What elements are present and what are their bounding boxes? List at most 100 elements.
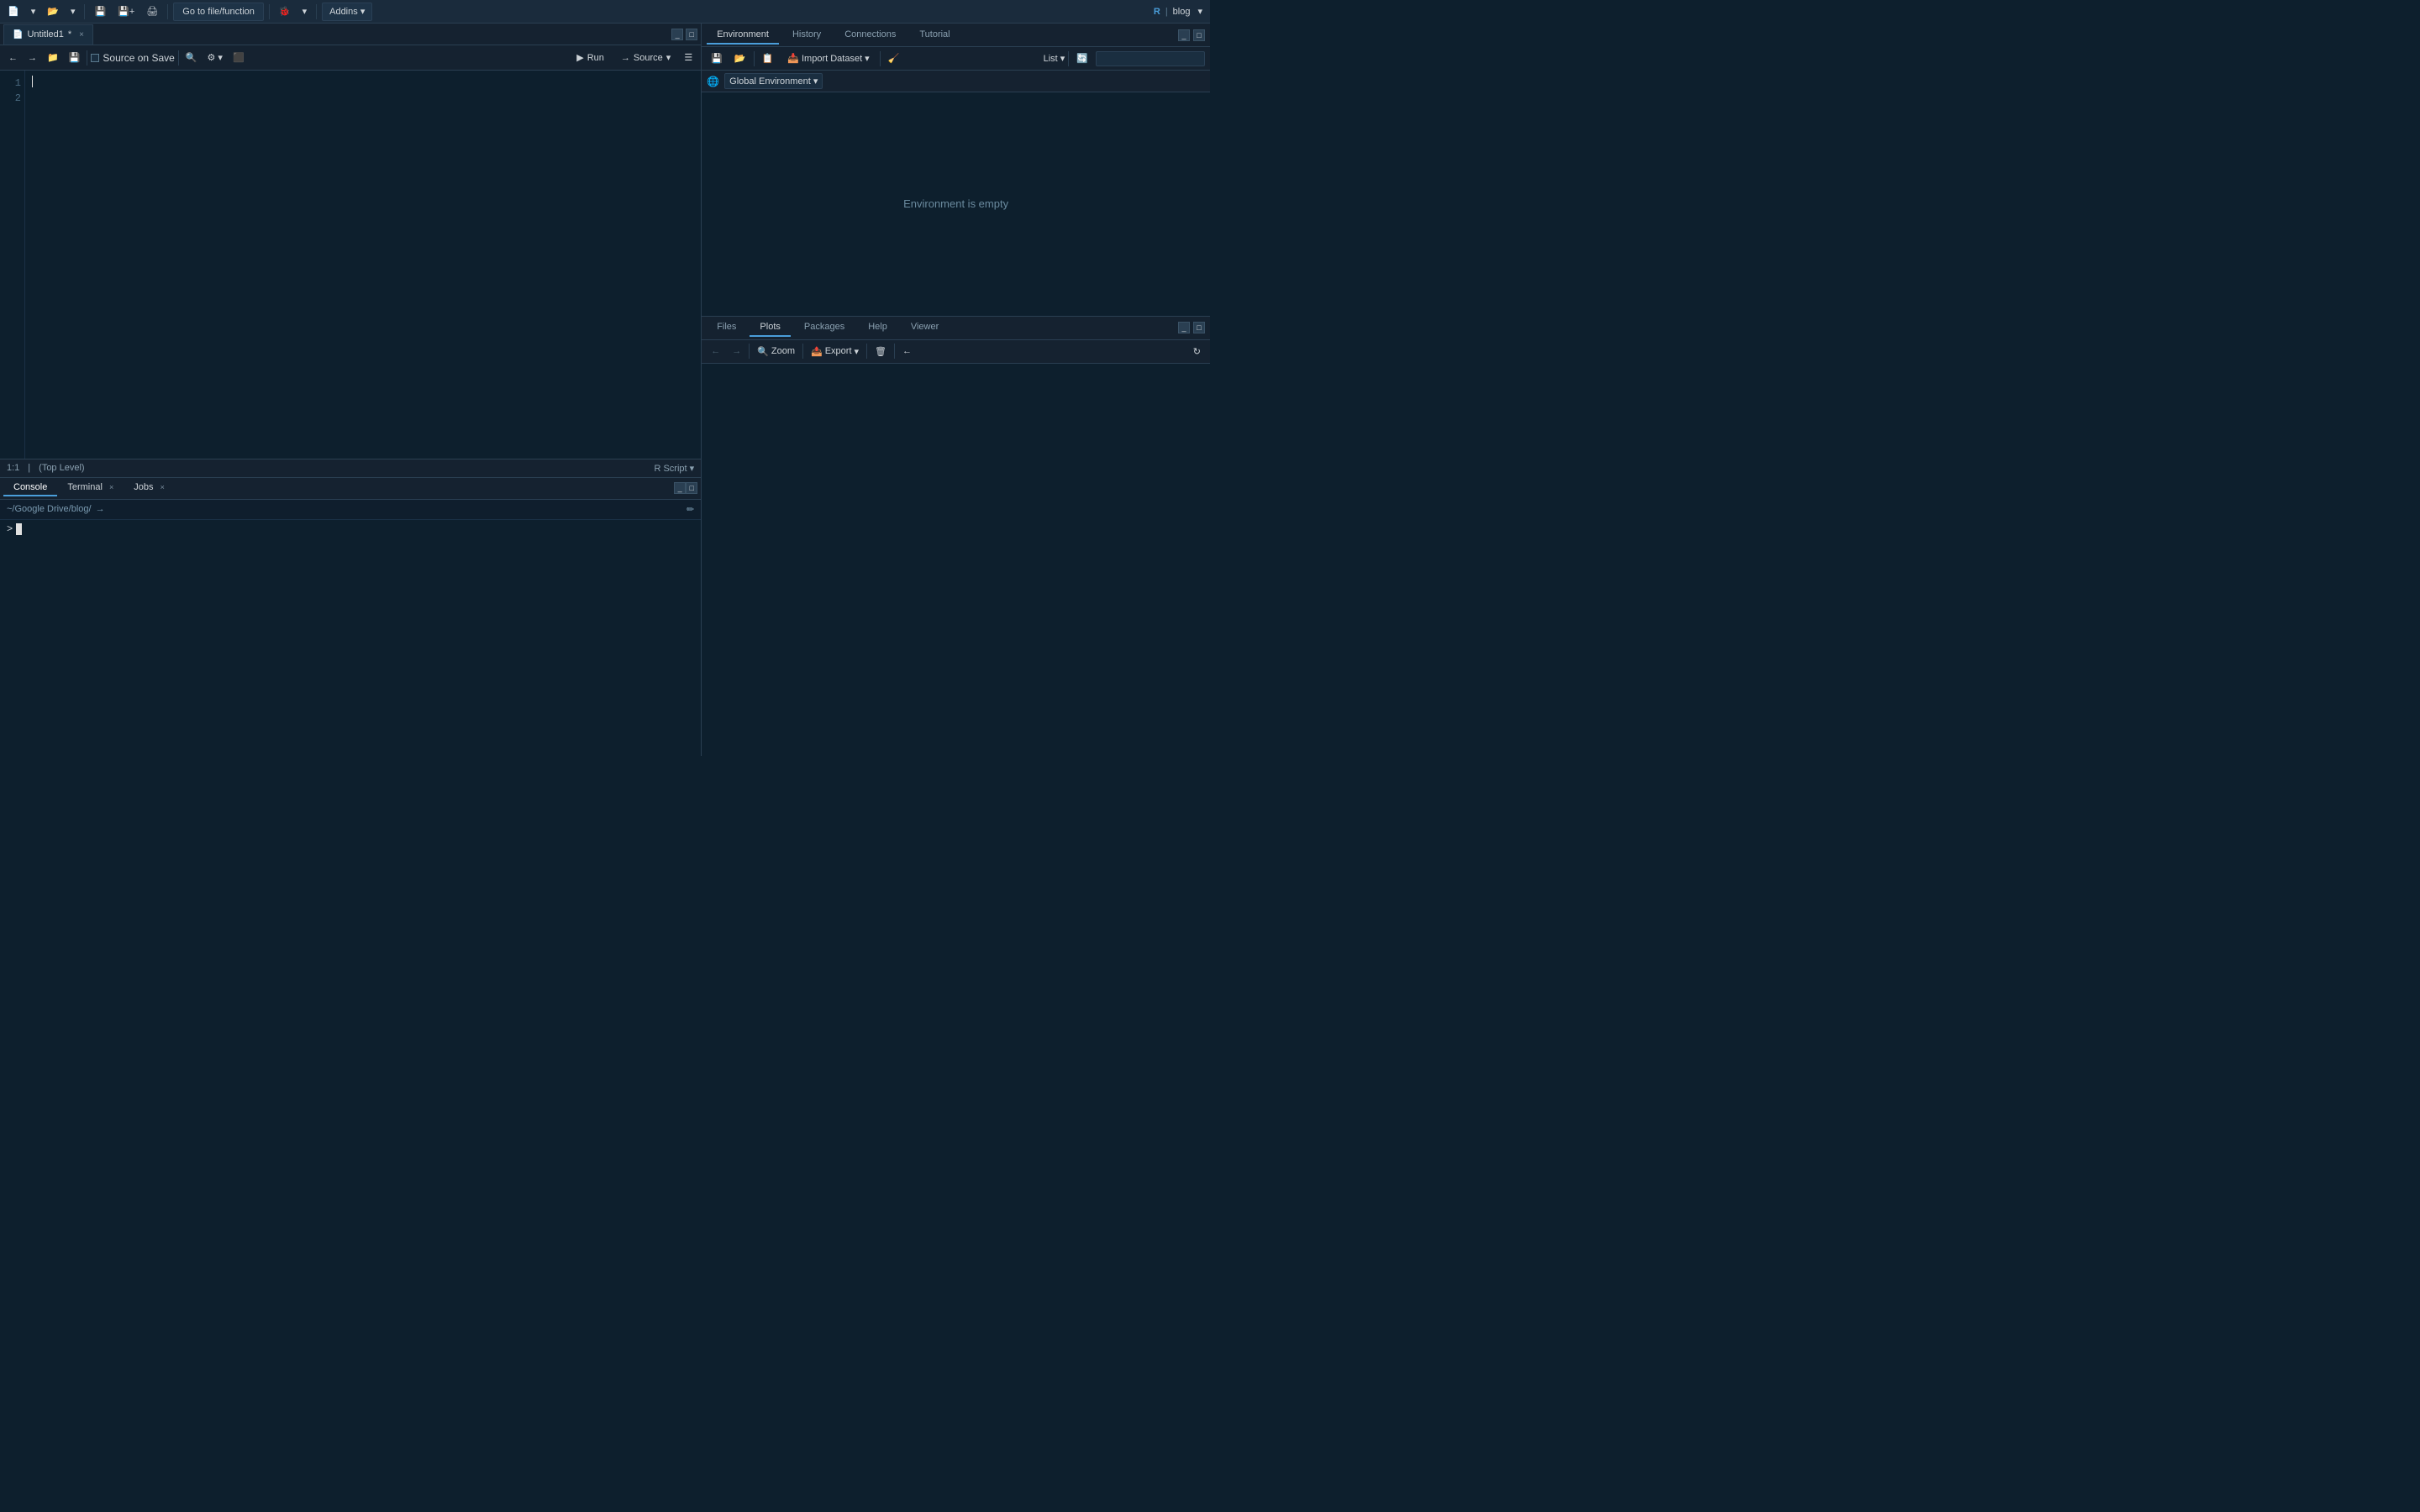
source-btn[interactable]: → Source ▾	[614, 50, 677, 65]
editor-stop-btn[interactable]: ⬛	[229, 50, 248, 65]
editor-folder-btn[interactable]: 📁	[44, 50, 62, 65]
addins-btn[interactable]: Addins ▾	[322, 3, 372, 21]
source-icon: →	[621, 53, 630, 63]
open-file-btn[interactable]: 📂	[43, 4, 63, 18]
tab-connections[interactable]: Connections	[834, 26, 906, 45]
env-load-btn[interactable]: 📂	[730, 51, 750, 66]
console-content[interactable]: >	[0, 520, 701, 756]
env-broom-btn[interactable]: 🧹	[884, 51, 904, 66]
code-content[interactable]	[25, 71, 701, 459]
cursor-line	[32, 76, 694, 87]
run-label: Run	[587, 53, 604, 63]
editor-cursor	[32, 76, 33, 87]
env-search-input[interactable]	[1096, 51, 1205, 66]
open-recent-btn[interactable]: ▾	[66, 4, 80, 18]
tab-terminal[interactable]: Terminal ×	[57, 480, 124, 496]
plots-refresh-btn[interactable]: ↻	[1189, 344, 1205, 359]
editor-minimize-btn[interactable]: _	[671, 29, 683, 40]
go-to-file-btn[interactable]: Go to file/function	[173, 3, 264, 21]
editor-statusbar: 1:1 | (Top Level) R Script ▾	[0, 459, 701, 477]
jobs-close[interactable]: ×	[160, 483, 165, 491]
editor-pane: 📄 Untitled1 * × _ □ ← → 📁 💾	[0, 24, 701, 478]
env-table-btn[interactable]: 📋	[758, 51, 778, 66]
console-prompt: >	[7, 523, 694, 535]
editor-tab-close[interactable]: ×	[79, 30, 84, 39]
tab-help[interactable]: Help	[858, 318, 897, 337]
import-dataset-btn[interactable]: 📥 Import Dataset ▾	[781, 51, 876, 66]
env-maximize-btn[interactable]: □	[1193, 29, 1205, 41]
project-name: blog	[1173, 7, 1191, 17]
debug-btn[interactable]: 🐞	[275, 4, 295, 18]
editor-tab-untitled1[interactable]: 📄 Untitled1 * ×	[3, 24, 93, 45]
tab-viewer[interactable]: Viewer	[901, 318, 949, 337]
delete-icon: 🗑	[875, 346, 886, 357]
new-file-btn[interactable]: 📄	[3, 4, 24, 18]
zoom-icon: 🔍	[757, 346, 769, 357]
editor-tab-label: Untitled1	[27, 29, 63, 39]
tab-tutorial[interactable]: Tutorial	[909, 26, 960, 45]
tab-jobs[interactable]: Jobs ×	[124, 480, 175, 496]
export-arrow: ▾	[855, 346, 860, 357]
tab-console[interactable]: Console	[3, 480, 57, 496]
plots-forward-icon: →	[732, 346, 741, 356]
source-on-save-label: Source on Save	[103, 52, 174, 64]
console-path-icon[interactable]: →	[96, 504, 105, 514]
console-path-bar: ~/Google Drive/blog/ → ✏	[0, 500, 701, 520]
editor-forward-btn[interactable]: →	[24, 51, 40, 65]
editor-options-btn[interactable]: ☰	[681, 50, 696, 65]
export-btn[interactable]: 📤 Export ▾	[807, 344, 863, 359]
plots-left-btn[interactable]: ←	[898, 344, 916, 358]
line-number-2: 2	[5, 91, 21, 106]
refresh-icon: ↻	[1193, 346, 1201, 357]
save-all-btn[interactable]: 💾+	[113, 4, 139, 18]
tab-history[interactable]: History	[782, 26, 831, 45]
console-pane: Console Terminal × Jobs × _ □ ~/Google D…	[0, 478, 701, 756]
source-on-save-checkbox[interactable]	[91, 54, 99, 62]
editor-back-btn[interactable]: ←	[5, 51, 21, 65]
tab-files[interactable]: Files	[707, 318, 746, 337]
script-type[interactable]: R Script ▾	[654, 463, 694, 474]
env-refresh-btn[interactable]: 🔄	[1072, 51, 1092, 66]
build-options-btn[interactable]: ▾	[298, 4, 312, 18]
editor-maximize-btn[interactable]: □	[686, 29, 697, 40]
list-view-btn[interactable]: List ▾	[1044, 53, 1065, 64]
export-label: Export	[825, 346, 852, 356]
source-label: Source	[634, 53, 663, 63]
scope-indicator[interactable]: (Top Level)	[39, 463, 84, 473]
line-number-1: 1	[5, 76, 21, 91]
env-minimize-btn[interactable]: _	[1178, 29, 1190, 41]
plots-forward-btn[interactable]: →	[728, 344, 745, 358]
run-btn[interactable]: ▶ Run	[570, 50, 611, 65]
plots-minimize-btn[interactable]: _	[1178, 322, 1190, 333]
plots-back-btn[interactable]: ←	[707, 344, 724, 358]
console-minimize-btn[interactable]: _	[674, 482, 686, 494]
top-toolbar: 📄 ▾ 📂 ▾ 💾 💾+ 🖨 Go to file/function 🐞 ▾ A…	[0, 0, 1210, 24]
env-pane: Environment History Connections Tutorial…	[702, 24, 1210, 317]
import-icon: 📥	[787, 53, 799, 64]
console-maximize-btn[interactable]: □	[686, 482, 697, 494]
plots-back-icon: ←	[711, 346, 720, 356]
toolbar-sep-2	[167, 4, 168, 19]
tab-packages[interactable]: Packages	[794, 318, 855, 337]
source-on-save-area: Source on Save	[91, 52, 174, 64]
global-env-select[interactable]: Global Environment ▾	[724, 73, 823, 89]
tab-plots[interactable]: Plots	[750, 318, 790, 337]
clear-console-btn[interactable]: ✏	[687, 504, 694, 515]
editor-search-btn[interactable]: 🔍	[182, 50, 201, 65]
new-file-arrow-btn[interactable]: ▾	[27, 4, 40, 18]
print-btn[interactable]: 🖨	[142, 4, 162, 18]
plots-maximize-btn[interactable]: □	[1193, 322, 1205, 333]
right-panel: Environment History Connections Tutorial…	[702, 24, 1210, 756]
delete-plot-btn[interactable]: 🗑	[871, 344, 891, 359]
editor-code-tools-btn[interactable]: ⚙ ▾	[204, 50, 226, 65]
terminal-close[interactable]: ×	[109, 483, 113, 491]
line-numbers: 1 2	[0, 71, 25, 459]
zoom-btn[interactable]: 🔍 Zoom	[753, 344, 799, 359]
env-save-btn[interactable]: 💾	[707, 51, 727, 66]
tab-environment[interactable]: Environment	[707, 26, 779, 45]
plots-left-icon: ←	[902, 346, 912, 356]
project-arrow-btn[interactable]: ▾	[1193, 4, 1207, 18]
save-btn[interactable]: 💾	[90, 4, 110, 18]
editor-save-btn[interactable]: 💾	[66, 50, 84, 65]
editor-toolbar: ← → 📁 💾 Source on Save 🔍 ⚙ ▾ ⬛ ▶ Run	[0, 45, 701, 71]
